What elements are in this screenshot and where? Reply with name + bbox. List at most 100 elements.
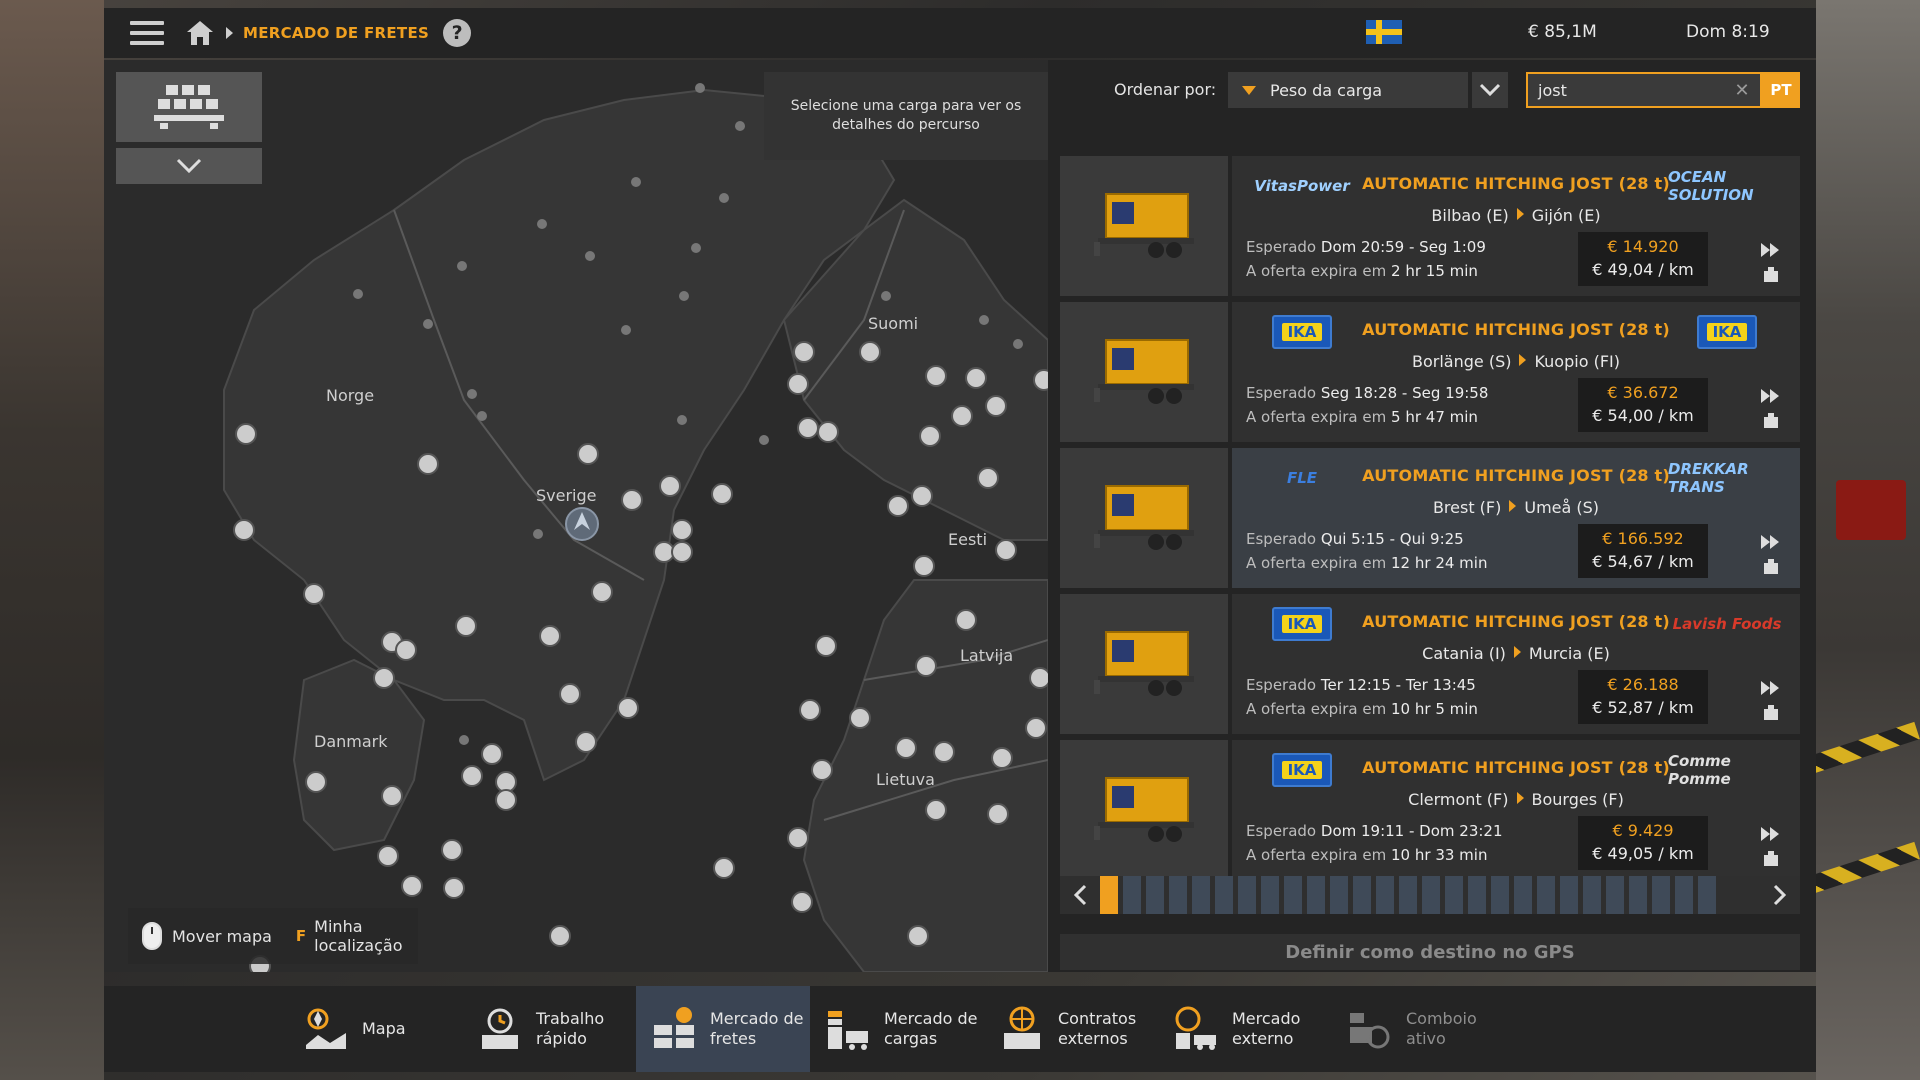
page-indicator[interactable] (1353, 876, 1371, 914)
job-offer-row[interactable]: FLE DREKKAR TRANS AUTOMATIC HITCHING JOS… (1060, 448, 1800, 588)
convoy-icon (1346, 1005, 1394, 1053)
nav-tab-label: Mapa (362, 1019, 406, 1039)
sort-dropdown-toggle[interactable] (1472, 72, 1508, 108)
page-indicator[interactable] (1330, 876, 1348, 914)
clear-search-icon[interactable]: ✕ (1730, 80, 1754, 101)
job-details[interactable]: IKA IKA AUTOMATIC HITCHING JOST (28 t) B… (1232, 302, 1800, 442)
expected-label: Esperado (1246, 676, 1317, 694)
nav-tab-convoy[interactable]: Comboio ativo (1332, 986, 1506, 1072)
page-indicator[interactable] (1652, 876, 1670, 914)
expected-label: Esperado (1246, 530, 1317, 548)
job-offer-row[interactable]: VitasPower OCEAN SOLUTION AUTOMATIC HITC… (1060, 156, 1800, 296)
job-payment: € 14.920 € 49,04 / km (1578, 232, 1708, 286)
page-indicator[interactable] (1583, 876, 1601, 914)
page-indicator[interactable] (1376, 876, 1394, 914)
expected-time: Dom 20:59 - Seg 1:09 (1320, 238, 1486, 256)
nav-tab-quick-job[interactable]: Trabalho rápido (462, 986, 636, 1072)
job-details[interactable]: IKA Comme Pomme AUTOMATIC HITCHING JOST … (1232, 740, 1800, 880)
previous-page-button[interactable] (1060, 876, 1100, 914)
page-indicator[interactable] (1192, 876, 1210, 914)
job-details[interactable]: FLE DREKKAR TRANS AUTOMATIC HITCHING JOS… (1232, 448, 1800, 588)
cargo-weight-icon (1764, 559, 1778, 574)
page-indicator[interactable] (1468, 876, 1486, 914)
page-indicator[interactable] (1238, 876, 1256, 914)
world-map[interactable] (104, 60, 1048, 972)
payment-per-km: € 54,67 / km (1592, 552, 1694, 571)
search-field[interactable]: jost ✕ (1526, 72, 1762, 108)
nav-tab-freight-market[interactable]: Mercado de fretes (636, 986, 810, 1072)
page-indicator[interactable] (1675, 876, 1693, 914)
sort-label: Ordenar por: (1114, 80, 1217, 99)
map-label-sverige: Sverige (536, 486, 597, 505)
cargo-weight-icon (1764, 267, 1778, 282)
origin-city: Borlänge (S) (1412, 352, 1512, 371)
sort-dropdown[interactable]: Peso da carga (1228, 72, 1468, 108)
cargo-name: AUTOMATIC HITCHING JOST (28 t) (1362, 758, 1670, 777)
sort-direction-icon[interactable] (1242, 85, 1256, 95)
job-details[interactable]: VitasPower OCEAN SOLUTION AUTOMATIC HITC… (1232, 156, 1800, 296)
page-indicator[interactable] (1307, 876, 1325, 914)
page-indicator[interactable] (1399, 876, 1417, 914)
page-indicator[interactable] (1445, 876, 1463, 914)
destination-city: Umeå (S) (1524, 498, 1600, 517)
page-indicator[interactable] (1422, 876, 1440, 914)
background-right (1800, 0, 1920, 1080)
expire-label: A oferta expira em (1246, 262, 1387, 280)
page-indicator[interactable] (1514, 876, 1532, 914)
menu-icon[interactable] (130, 21, 164, 45)
map-filter-button[interactable] (116, 72, 262, 142)
freight-market-panel: Ordenar por: Peso da carga jost ✕ PT Vit… (1048, 60, 1816, 972)
expand-filter-button[interactable] (116, 148, 262, 184)
page-indicator[interactable] (1169, 876, 1187, 914)
nav-tab-label-line1: Mercado de (710, 1009, 804, 1028)
page-indicator[interactable] (1629, 876, 1647, 914)
trailer-image (1060, 594, 1228, 734)
chevron-left-icon (1073, 884, 1087, 906)
expire-time: 5 hr 47 min (1391, 408, 1478, 426)
bottom-navigation: Mapa Trabalho rápido Mercado de fretes Mer… (104, 986, 1816, 1072)
urgency-icon (1761, 827, 1779, 841)
nav-tab-external-market[interactable]: Mercado externo (1158, 986, 1332, 1072)
page-indicator[interactable] (1698, 876, 1716, 914)
job-details[interactable]: IKA Lavish Foods AUTOMATIC HITCHING JOST… (1232, 594, 1800, 734)
page-indicator[interactable] (1215, 876, 1233, 914)
page-indicator[interactable] (1261, 876, 1279, 914)
route-arrow-icon (1516, 208, 1524, 220)
nav-tab-map[interactable]: Mapa (288, 986, 462, 1072)
job-offer-row[interactable]: IKA Lavish Foods AUTOMATIC HITCHING JOST… (1060, 594, 1800, 734)
nav-tab-label-line1: Mercado (1232, 1009, 1301, 1028)
job-offer-row[interactable]: IKA Comme Pomme AUTOMATIC HITCHING JOST … (1060, 740, 1800, 880)
page-indicator[interactable] (1560, 876, 1578, 914)
next-page-button[interactable] (1760, 876, 1800, 914)
nav-tab-cargo-market[interactable]: Mercado de cargas (810, 986, 984, 1072)
page-indicator[interactable] (1123, 876, 1141, 914)
page-indicator[interactable] (1100, 876, 1118, 914)
nav-tab-external-contracts[interactable]: Contratos externos (984, 986, 1158, 1072)
page-indicator[interactable] (1606, 876, 1624, 914)
expected-label: Esperado (1246, 822, 1317, 840)
nav-tab-label-line1: Trabalho (536, 1009, 605, 1028)
map-controls: Mover mapa F Minha localização (128, 908, 419, 964)
page-indicator[interactable] (1491, 876, 1509, 914)
route-arrow-icon (1509, 500, 1517, 512)
map-panel[interactable]: Selecione uma carga para ver os detalhes… (104, 60, 1048, 972)
home-icon[interactable] (186, 20, 214, 46)
expected-delivery: Esperado Ter 12:15 - Ter 13:45 (1246, 676, 1476, 694)
job-offer-row[interactable]: IKA IKA AUTOMATIC HITCHING JOST (28 t) B… (1060, 302, 1800, 442)
move-map-label: Mover mapa (172, 926, 272, 946)
set-gps-destination-button[interactable]: Definir como destino no GPS (1060, 934, 1800, 970)
help-icon[interactable]: ? (443, 19, 472, 47)
urgency-icon (1761, 681, 1779, 695)
nav-tab-label-line2: ativo (1406, 1029, 1446, 1048)
my-location-label[interactable]: Minha localização (314, 917, 404, 955)
job-payment: € 166.592 € 54,67 / km (1578, 524, 1708, 578)
search-input[interactable]: jost (1538, 81, 1730, 100)
payment-per-km: € 52,87 / km (1592, 698, 1694, 717)
page-indicator[interactable] (1537, 876, 1555, 914)
destination-city: Bourges (F) (1531, 790, 1624, 809)
payment-total: € 26.188 (1607, 675, 1679, 694)
nav-tab-label-line2: cargas (884, 1029, 938, 1048)
page-indicator[interactable] (1146, 876, 1164, 914)
page-indicator[interactable] (1284, 876, 1302, 914)
language-button[interactable]: PT (1762, 72, 1800, 108)
